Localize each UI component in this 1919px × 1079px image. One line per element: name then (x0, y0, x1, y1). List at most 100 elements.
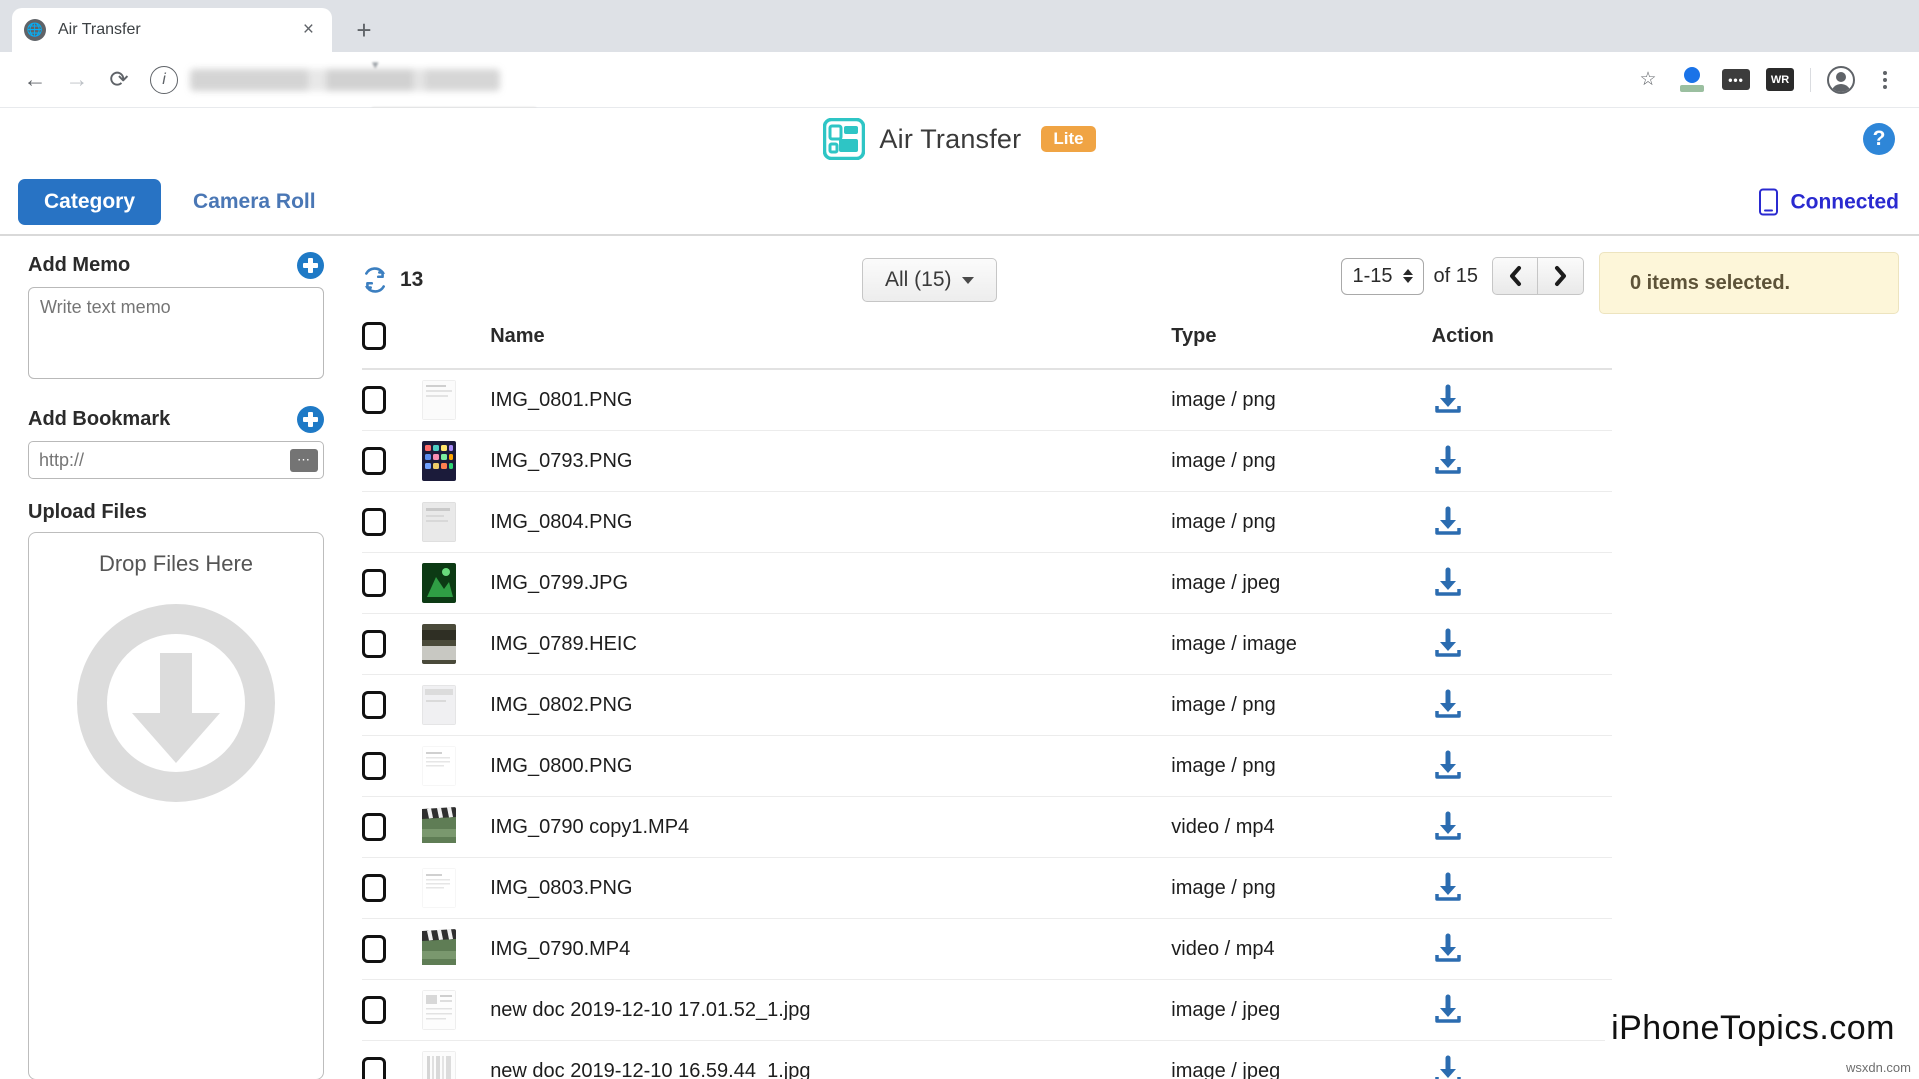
table-row[interactable]: IMG_0800.PNGimage / png (362, 736, 1612, 797)
table-row[interactable]: IMG_0802.PNGimage / png (362, 675, 1612, 736)
chevron-left-icon (1506, 265, 1524, 287)
download-icon[interactable] (1432, 872, 1464, 904)
back-button[interactable]: ← (14, 59, 56, 101)
download-icon[interactable] (1432, 567, 1464, 599)
row-select-cell (362, 431, 422, 492)
row-type: video / mp4 (1171, 797, 1431, 858)
select-all-checkbox[interactable] (362, 322, 386, 350)
download-icon[interactable] (1432, 628, 1464, 660)
add-bookmark-button[interactable] (297, 406, 324, 433)
download-icon[interactable] (1432, 750, 1464, 782)
next-page-button[interactable] (1538, 257, 1584, 295)
row-checkbox[interactable] (362, 447, 386, 475)
page-range-value: 1-15 (1352, 265, 1392, 288)
extension-wr-icon[interactable]: WR (1760, 60, 1800, 100)
row-name: new doc 2019-12-10 17.01.52_1.jpg (490, 980, 1171, 1041)
table-row[interactable]: new doc 2019-12-10 17.01.52_1.jpgimage /… (362, 980, 1612, 1041)
app-header: Air Transfer Lite ? (0, 108, 1919, 170)
download-icon[interactable] (1432, 994, 1464, 1026)
download-icon[interactable] (1432, 811, 1464, 843)
upload-files-header: Upload Files (28, 501, 324, 524)
row-action-cell (1432, 736, 1612, 797)
page-range-select[interactable]: 1-15 (1341, 258, 1423, 295)
list-toolbar: 13 All (15) 1-15 of 15 (362, 252, 1899, 308)
table-row[interactable]: IMG_0790 copy1.MP4video / mp4 (362, 797, 1612, 858)
download-icon[interactable] (1432, 689, 1464, 721)
row-checkbox[interactable] (362, 752, 386, 780)
browser-tab[interactable]: 🌐 Air Transfer × (12, 8, 332, 52)
table-row[interactable]: new doc 2019-12-10 16.59.44_1.jpgimage /… (362, 1041, 1612, 1079)
tab-camera-roll[interactable]: Camera Roll (193, 190, 316, 214)
download-icon[interactable] (1432, 1055, 1464, 1079)
download-icon[interactable] (1432, 933, 1464, 965)
filter-dropdown[interactable]: All (15) (862, 258, 997, 302)
table-row[interactable]: IMG_0804.PNGimage / png (362, 492, 1612, 553)
prev-page-button[interactable] (1492, 257, 1538, 295)
bookmark-star-icon[interactable]: ☆ (1628, 60, 1668, 100)
row-select-cell (362, 980, 422, 1041)
help-icon[interactable]: ? (1863, 123, 1895, 155)
extension-dots-icon[interactable]: ••• (1716, 60, 1756, 100)
browser-menu-icon[interactable] (1865, 60, 1905, 100)
row-name: IMG_0802.PNG (490, 675, 1171, 736)
download-arrow-icon (76, 603, 276, 803)
bookmark-picker-button[interactable]: ⋯ (290, 449, 318, 472)
row-type: image / png (1171, 736, 1431, 797)
memo-input[interactable] (28, 287, 324, 379)
site-info-icon[interactable]: i (150, 66, 178, 94)
row-select-cell (362, 614, 422, 675)
add-memo-button[interactable] (297, 252, 324, 279)
row-checkbox[interactable] (362, 691, 386, 719)
row-type: image / jpeg (1171, 553, 1431, 614)
add-memo-header: Add Memo (28, 252, 324, 279)
file-thumbnail (422, 441, 456, 481)
file-thumbnail (422, 685, 456, 725)
row-checkbox[interactable] (362, 508, 386, 536)
row-name: IMG_0804.PNG (490, 492, 1171, 553)
app-title: Air Transfer (879, 124, 1021, 155)
row-checkbox[interactable] (362, 386, 386, 414)
file-drop-zone[interactable]: Drop Files Here (28, 532, 324, 1079)
refresh-button[interactable]: 13 (362, 267, 423, 293)
file-thumbnail (422, 563, 456, 603)
row-type: image / jpeg (1171, 1041, 1431, 1079)
row-checkbox[interactable] (362, 1057, 386, 1079)
page-content: Air Transfer Lite ? Category Camera Roll… (0, 108, 1919, 1079)
row-checkbox[interactable] (362, 874, 386, 902)
row-thumb-cell (422, 797, 490, 858)
download-icon[interactable] (1432, 445, 1464, 477)
row-checkbox[interactable] (362, 569, 386, 597)
row-checkbox[interactable] (362, 935, 386, 963)
table-row[interactable]: IMG_0799.JPGimage / jpeg (362, 553, 1612, 614)
row-action-cell (1432, 369, 1612, 431)
download-icon[interactable] (1432, 506, 1464, 538)
row-checkbox[interactable] (362, 630, 386, 658)
browser-window: 🌐 Air Transfer × + ← → ⟳ ▾ i View site i… (0, 0, 1919, 1079)
table-row[interactable]: IMG_0801.PNGimage / png (362, 369, 1612, 431)
file-thumbnail (422, 502, 456, 542)
row-checkbox[interactable] (362, 996, 386, 1024)
new-tab-button[interactable]: + (346, 12, 382, 48)
close-icon[interactable]: × (297, 19, 320, 41)
address-bar[interactable]: ▾ i View site information (150, 61, 1618, 99)
table-row[interactable]: IMG_0803.PNGimage / png (362, 858, 1612, 919)
extension-blue-icon[interactable] (1672, 60, 1712, 100)
row-checkbox[interactable] (362, 813, 386, 841)
pagination: 1-15 of 15 (1341, 257, 1584, 295)
table-row[interactable]: IMG_0790.MP4video / mp4 (362, 919, 1612, 980)
profile-avatar-icon[interactable] (1821, 60, 1861, 100)
tab-category[interactable]: Category (18, 179, 161, 225)
download-icon[interactable] (1432, 384, 1464, 416)
corner-watermark: wsxdn.com (1846, 1060, 1911, 1075)
connection-status[interactable]: Connected (1759, 189, 1899, 216)
row-name: IMG_0790 copy1.MP4 (490, 797, 1171, 858)
file-thumbnail (422, 868, 456, 908)
reload-button[interactable]: ⟳ (98, 59, 140, 101)
type-header: Type (1171, 308, 1431, 369)
table-row[interactable]: IMG_0789.HEICimage / image (362, 614, 1612, 675)
row-action-cell (1432, 919, 1612, 980)
table-row[interactable]: IMG_0793.PNGimage / png (362, 431, 1612, 492)
bookmark-input[interactable] (29, 450, 290, 471)
app-tabs: Category Camera Roll Connected (0, 170, 1919, 236)
action-header: Action (1432, 308, 1612, 369)
